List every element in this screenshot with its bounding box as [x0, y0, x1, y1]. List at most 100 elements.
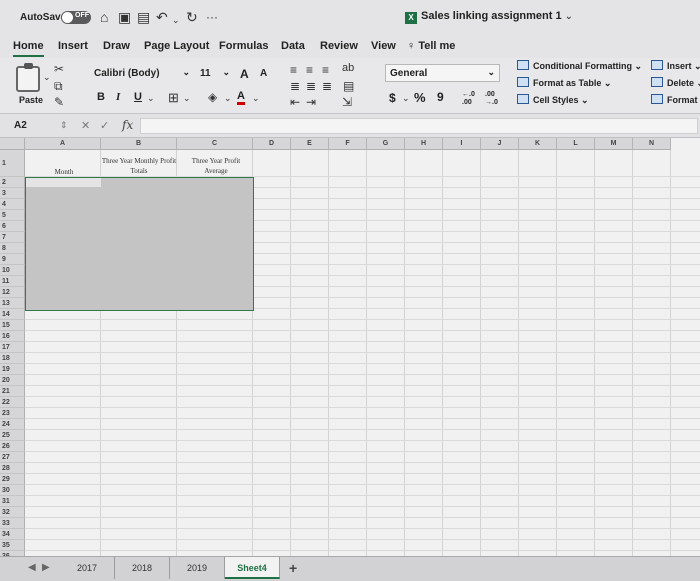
insert-function-icon[interactable]: fx — [122, 118, 133, 132]
row-header-26[interactable]: 26 — [0, 441, 25, 452]
insert-cells-button[interactable]: Insert ⌄ — [651, 60, 700, 72]
row-header-23[interactable]: 23 — [0, 408, 25, 419]
format-painter-icon[interactable]: ✎ — [54, 95, 64, 109]
autosave-toggle[interactable]: OFF — [61, 11, 91, 24]
row-header-10[interactable]: 10 — [0, 265, 25, 276]
row-header-6[interactable]: 6 — [0, 221, 25, 232]
add-sheet-button[interactable]: + — [289, 560, 297, 576]
number-format-select[interactable]: General ⌄ — [385, 64, 500, 82]
redo-icon[interactable]: ↻ — [186, 9, 198, 25]
percent-button[interactable]: % — [414, 90, 426, 105]
decrease-indent-icon[interactable]: ⇤ — [290, 95, 300, 109]
tell-me-search[interactable]: ♀ Tell me — [407, 40, 455, 52]
row-header-3[interactable]: 3 — [0, 188, 25, 199]
row-header-1[interactable]: 1 — [0, 150, 25, 177]
row-header-31[interactable]: 31 — [0, 496, 25, 507]
undo-icon[interactable]: ↶ — [156, 9, 168, 25]
row-header-20[interactable]: 20 — [0, 375, 25, 386]
cell-c1[interactable]: Three Year Profit Average — [180, 156, 252, 176]
row-header-12[interactable]: 12 — [0, 287, 25, 298]
row-header-32[interactable]: 32 — [0, 507, 25, 518]
row-header-33[interactable]: 33 — [0, 518, 25, 529]
cell-styles-button[interactable]: Cell Styles ⌄ — [517, 94, 589, 106]
name-box-stepper-icon[interactable]: ⇕ — [60, 120, 68, 131]
increase-decimal-button[interactable]: ←.0 .00 — [462, 91, 478, 107]
prev-sheet-icon[interactable]: ◀ — [28, 562, 36, 573]
format-cells-button[interactable]: Format ⌄ — [651, 94, 700, 106]
row-header-7[interactable]: 7 — [0, 232, 25, 243]
active-cell-a2[interactable] — [26, 178, 101, 187]
next-sheet-icon[interactable]: ▶ — [42, 562, 50, 573]
row-header-13[interactable]: 13 — [0, 298, 25, 309]
grow-font-button[interactable]: A — [240, 67, 249, 81]
row-header-34[interactable]: 34 — [0, 529, 25, 540]
cancel-entry-icon[interactable]: ✕ — [81, 119, 90, 132]
row-header-35[interactable]: 35 — [0, 540, 25, 551]
wrap-text-icon[interactable]: ▤ — [343, 79, 354, 93]
underline-button[interactable]: U — [134, 91, 142, 103]
column-header-k[interactable]: K — [519, 138, 557, 150]
column-header-n[interactable]: N — [633, 138, 671, 150]
sheet-tab-2019[interactable]: 2019 — [170, 557, 225, 579]
more-commands-icon[interactable]: ··· — [206, 9, 218, 25]
fill-color-icon[interactable]: ◈ — [208, 90, 217, 104]
formula-input[interactable] — [140, 118, 698, 134]
currency-button[interactable]: $ — [389, 91, 396, 105]
font-color-button[interactable]: A — [237, 91, 245, 105]
paste-dropdown-icon[interactable]: ⌄ — [43, 72, 51, 83]
row-header-19[interactable]: 19 — [0, 364, 25, 375]
align-bottom-icon[interactable]: ≡ — [322, 63, 329, 77]
row-header-5[interactable]: 5 — [0, 210, 25, 221]
shrink-font-button[interactable]: A — [260, 68, 267, 79]
paste-icon[interactable] — [16, 63, 40, 92]
text-orientation-icon[interactable]: ab — [342, 62, 354, 74]
save-as-icon[interactable]: ▤ — [137, 9, 150, 25]
align-top-icon[interactable]: ≡ — [290, 63, 297, 77]
borders-icon[interactable]: ⊞ — [168, 90, 179, 106]
row-header-4[interactable]: 4 — [0, 199, 25, 210]
tab-page-layout[interactable]: Page Layout — [144, 40, 209, 52]
row-header-17[interactable]: 17 — [0, 342, 25, 353]
cut-icon[interactable]: ✂ — [54, 62, 64, 76]
sheet-tab-2017[interactable]: 2017 — [60, 557, 115, 579]
align-right-icon[interactable]: ≣ — [322, 79, 332, 93]
confirm-entry-icon[interactable]: ✓ — [100, 119, 109, 132]
row-header-15[interactable]: 15 — [0, 320, 25, 331]
row-header-2[interactable]: 2 — [0, 177, 25, 188]
tab-data[interactable]: Data — [281, 40, 305, 52]
worksheet-grid[interactable]: ABCDEFGHIJKLMN 1 2 3 4 5 6 7 8 9 10 11 12 13 14 15 16 17… — [0, 138, 700, 556]
column-header-l[interactable]: L — [557, 138, 595, 150]
align-middle-icon[interactable]: ≡ — [306, 63, 313, 77]
italic-button[interactable]: I — [116, 91, 120, 103]
row-header-24[interactable]: 24 — [0, 419, 25, 430]
cell-b1[interactable]: Three Year Monthly Profit Totals — [101, 156, 177, 176]
save-icon[interactable]: ▣ — [118, 9, 131, 25]
row-header-9[interactable]: 9 — [0, 254, 25, 265]
decrease-decimal-button[interactable]: .00 →.0 — [485, 91, 501, 107]
name-box[interactable]: A2 — [14, 120, 27, 131]
column-header-g[interactable]: G — [367, 138, 405, 150]
currency-dropdown-icon[interactable]: ⌄ — [402, 93, 410, 104]
increase-indent-icon[interactable]: ⇥ — [306, 95, 316, 109]
comma-style-button[interactable]: 9 — [437, 90, 444, 104]
borders-dropdown-icon[interactable]: ⌄ — [183, 93, 191, 104]
align-left-icon[interactable]: ≣ — [290, 79, 300, 93]
underline-dropdown-icon[interactable]: ⌄ — [147, 93, 155, 104]
conditional-formatting-button[interactable]: Conditional Formatting ⌄ — [517, 60, 642, 72]
row-header-21[interactable]: 21 — [0, 386, 25, 397]
row-header-27[interactable]: 27 — [0, 452, 25, 463]
document-title-area[interactable]: X Sales linking assignment 1 ⌄ — [405, 10, 573, 24]
row-header-22[interactable]: 22 — [0, 397, 25, 408]
row-header-14[interactable]: 14 — [0, 309, 25, 320]
tab-review[interactable]: Review — [320, 40, 358, 52]
row-header-8[interactable]: 8 — [0, 243, 25, 254]
format-as-table-button[interactable]: Format as Table ⌄ — [517, 77, 611, 89]
column-header-i[interactable]: I — [443, 138, 481, 150]
undo-dropdown-icon[interactable]: ⌄ — [172, 12, 180, 28]
cell-a1[interactable]: Month — [28, 167, 100, 177]
row-header-25[interactable]: 25 — [0, 430, 25, 441]
tab-formulas[interactable]: Formulas — [219, 40, 269, 52]
merge-center-icon[interactable]: ⇲ — [342, 95, 352, 109]
column-header-j[interactable]: J — [481, 138, 519, 150]
tab-draw[interactable]: Draw — [103, 40, 130, 52]
